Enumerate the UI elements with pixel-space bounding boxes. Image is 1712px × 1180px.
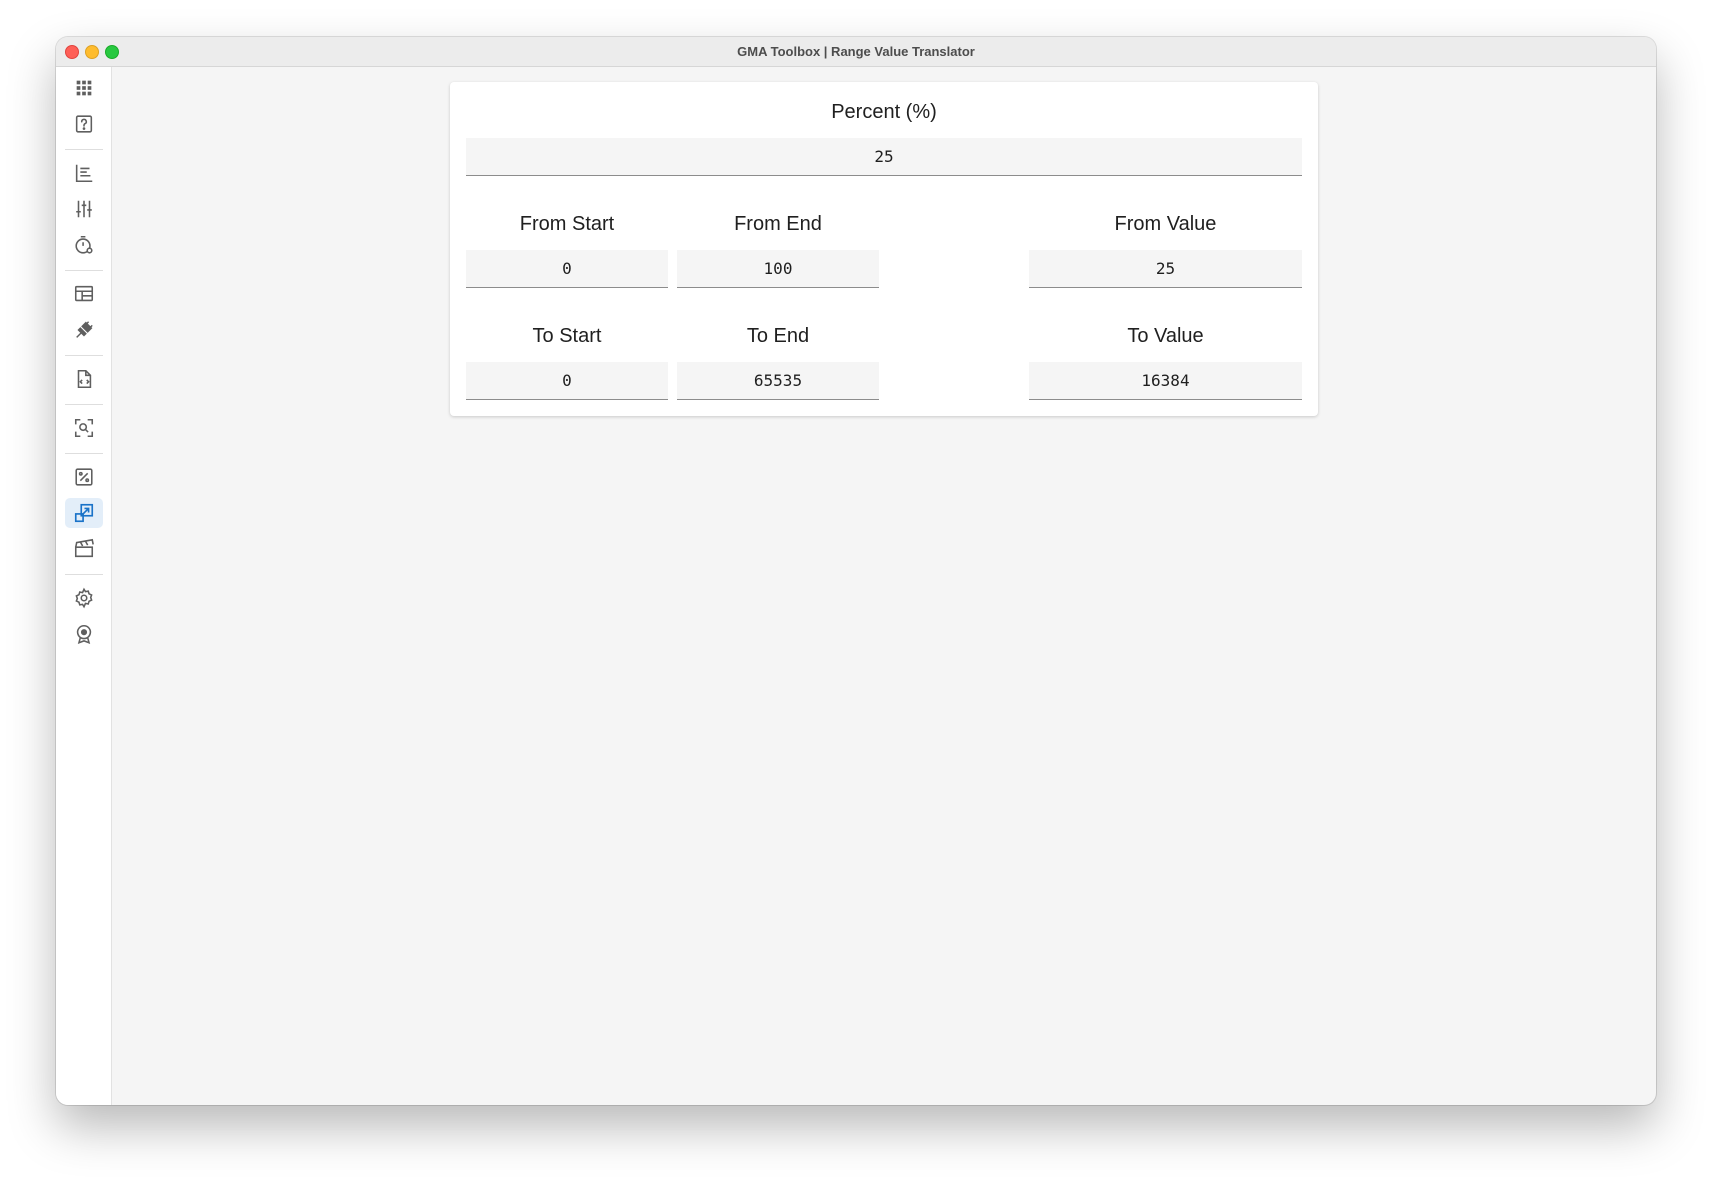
sidebar-divider <box>65 355 103 356</box>
sidebar-item-bar-list[interactable] <box>65 158 103 188</box>
sidebar-item-timer[interactable] <box>65 230 103 260</box>
sidebar-item-grid[interactable] <box>65 73 103 103</box>
app-window: GMA Toolbox | Range Value Translator Per… <box>56 37 1656 1105</box>
sidebar-item-settings[interactable] <box>65 583 103 613</box>
to-start-label: To Start <box>532 325 602 347</box>
grid-icon <box>76 80 92 96</box>
to-end-label: To End <box>746 325 810 347</box>
help-icon <box>75 115 93 133</box>
from-value-input[interactable]: 25 <box>1029 250 1302 288</box>
table-icon <box>74 285 94 302</box>
percent-icon <box>75 468 93 486</box>
sidebar-divider <box>65 270 103 271</box>
timer-icon <box>75 235 93 254</box>
search-scan-icon <box>74 418 94 438</box>
to-start-input[interactable]: 0 <box>466 362 668 400</box>
sidebar-item-clapperboard[interactable] <box>65 534 103 564</box>
from-start-input[interactable]: 0 <box>466 250 668 288</box>
to-end-input[interactable]: 65535 <box>677 362 879 400</box>
sidebar-item-range-translate[interactable] <box>65 498 103 528</box>
clapperboard-icon <box>74 538 94 558</box>
range-translator-panel: Percent (%) 25 From Start From End From … <box>450 82 1318 416</box>
gear-icon <box>75 587 93 609</box>
sliders-icon <box>76 200 92 218</box>
award-icon <box>76 624 92 644</box>
to-value-input[interactable]: 16384 <box>1029 362 1302 400</box>
from-start-label: From Start <box>519 213 615 235</box>
sidebar-divider <box>65 404 103 405</box>
bar-list-icon <box>75 164 93 183</box>
from-end-input[interactable]: 100 <box>677 250 879 288</box>
sidebar-item-help[interactable] <box>65 109 103 139</box>
to-value-label: To Value <box>1127 325 1204 347</box>
sidebar-item-sliders[interactable] <box>65 194 103 224</box>
from-end-label: From End <box>734 213 822 235</box>
file-code-icon <box>77 369 92 389</box>
sidebar-item-award[interactable] <box>65 619 103 649</box>
percent-input[interactable]: 25 <box>466 138 1302 176</box>
sidebar <box>56 67 112 1105</box>
sidebar-divider <box>65 574 103 575</box>
title-bar: GMA Toolbox | Range Value Translator <box>56 37 1656 67</box>
sidebar-item-percent[interactable] <box>65 462 103 492</box>
window-title: GMA Toolbox | Range Value Translator <box>737 44 975 59</box>
percent-label: Percent (%) <box>831 101 937 123</box>
sidebar-item-search-scan[interactable] <box>65 413 103 443</box>
sidebar-item-table[interactable] <box>65 279 103 309</box>
sidebar-divider <box>65 453 103 454</box>
sidebar-item-file-code[interactable] <box>65 364 103 394</box>
range-translate-icon <box>74 503 94 523</box>
sidebar-divider <box>65 149 103 150</box>
sidebar-item-plug[interactable] <box>65 315 103 345</box>
plug-icon <box>76 321 93 338</box>
from-value-label: From Value <box>1114 213 1217 235</box>
